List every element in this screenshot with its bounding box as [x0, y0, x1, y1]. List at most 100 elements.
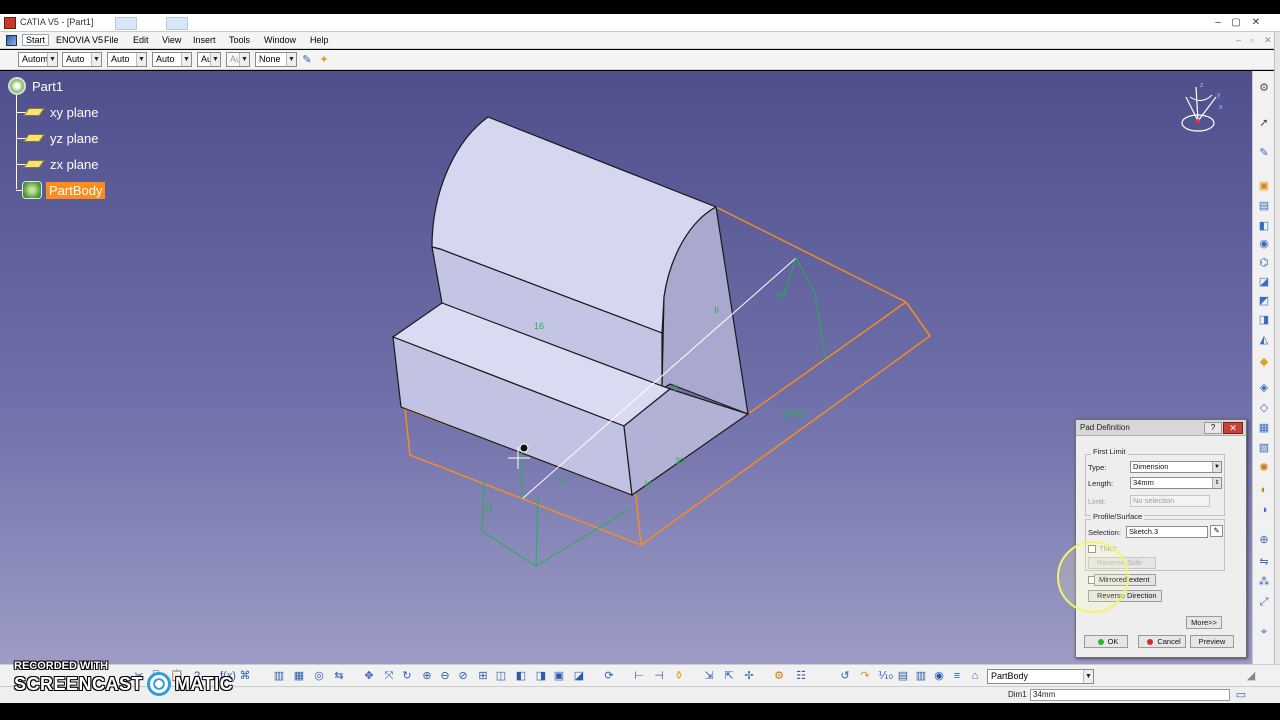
knowledge-icon[interactable]: ⌘: [238, 669, 252, 683]
thick-checkbox[interactable]: [1088, 545, 1096, 553]
cancel-button[interactable]: Cancel: [1138, 635, 1186, 648]
fly-icon[interactable]: ▥: [272, 669, 286, 683]
taskbar-tab-2[interactable]: [166, 17, 188, 30]
shell-icon[interactable]: ▦: [1256, 421, 1272, 435]
length-input[interactable]: 34mm ⇕: [1130, 477, 1222, 489]
more-button[interactable]: More>>: [1186, 616, 1222, 629]
swap-icon[interactable]: ⇆: [332, 669, 346, 683]
redo-icon[interactable]: ↷: [858, 669, 872, 683]
close-window-button[interactable]: ✕: [1248, 16, 1264, 30]
layer-combo[interactable]: None ▼: [255, 52, 297, 67]
minimize-button[interactable]: –: [1210, 16, 1226, 30]
line-type-combo[interactable]: Auto ▼: [152, 52, 192, 67]
groove-icon[interactable]: ◉: [1256, 237, 1272, 251]
body-select[interactable]: PartBody ▼: [987, 669, 1094, 684]
iso-view-icon[interactable]: ◫: [494, 669, 508, 683]
apply-material-icon[interactable]: ⚙: [772, 669, 786, 683]
menu-help[interactable]: Help: [310, 35, 329, 45]
cut-icon[interactable]: ✂: [132, 669, 146, 683]
measure-item-icon[interactable]: ⇱: [722, 669, 736, 683]
lock-icon[interactable]: ⌂: [968, 669, 982, 683]
3d-viewport[interactable]: Part1 xy plane yz plane zx plane PartBod…: [0, 71, 1252, 664]
dialog-close-button[interactable]: ✕: [1223, 422, 1243, 434]
edit-sketch-icon[interactable]: ✎: [1210, 525, 1223, 537]
view-icon[interactable]: ▦: [292, 669, 306, 683]
stiffener-icon[interactable]: ◨: [1256, 313, 1272, 327]
spinner-icon[interactable]: ⇕: [1212, 478, 1221, 488]
menu-edit[interactable]: Edit: [133, 35, 149, 45]
chamfer-icon[interactable]: ◈: [1256, 381, 1272, 395]
layer-icon[interactable]: ▥: [914, 669, 928, 683]
measure-inertia-icon[interactable]: ✢: [742, 669, 756, 683]
type-select[interactable]: Dimension ▼: [1130, 461, 1222, 473]
shading-icon[interactable]: ◧: [514, 669, 528, 683]
replace-face-icon[interactable]: ◑: [1256, 503, 1272, 517]
constraint-icon[interactable]: ⊢: [632, 669, 646, 683]
thickness-icon[interactable]: ▧: [1256, 441, 1272, 455]
mirror-icon[interactable]: ⇋: [1256, 555, 1272, 569]
remove-face-icon[interactable]: ◐: [1256, 483, 1272, 497]
slot-icon[interactable]: ◩: [1256, 294, 1272, 308]
reverse-direction-button[interactable]: Reverse Direction: [1088, 590, 1162, 602]
formula-icon[interactable]: f(x): [220, 669, 236, 683]
mdi-minimize-button[interactable]: –: [1236, 35, 1241, 45]
hide-show-icon[interactable]: ◎: [312, 669, 326, 683]
color-combo[interactable]: Automa ▼: [18, 52, 58, 67]
compass-icon[interactable]: z y x: [1172, 77, 1232, 137]
hide-icon[interactable]: ◨: [534, 669, 548, 683]
pan-icon[interactable]: ✥: [362, 669, 376, 683]
power-input-icon[interactable]: ▭: [1234, 688, 1248, 702]
grid-icon[interactable]: ▤: [896, 669, 910, 683]
whats-this-icon[interactable]: ?: [190, 669, 204, 683]
paste-icon[interactable]: 📋: [170, 669, 184, 683]
select-arrow-icon[interactable]: ➚: [1256, 116, 1272, 130]
multi-view-icon[interactable]: ⊞: [476, 669, 490, 683]
zoom-in-icon[interactable]: ⊕: [420, 669, 434, 683]
fit-all-icon[interactable]: ⤧: [382, 669, 396, 683]
loft-icon[interactable]: ◭: [1256, 333, 1272, 347]
preview-button[interactable]: Preview: [1190, 635, 1234, 648]
list-icon[interactable]: ≡: [950, 669, 964, 683]
rib-icon[interactable]: ◪: [1256, 275, 1272, 289]
scale-icon[interactable]: ⤢: [1256, 595, 1272, 609]
line-thickness-combo[interactable]: Auto ▼: [107, 52, 147, 67]
undo-icon[interactable]: ↺: [838, 669, 852, 683]
edge-fillet-icon[interactable]: ◆: [1256, 355, 1272, 369]
scale-percent-icon[interactable]: ⅒: [878, 669, 893, 683]
taskbar-tab-1[interactable]: [115, 17, 137, 30]
draft-icon[interactable]: ◇: [1256, 401, 1272, 415]
catia-app-icon[interactable]: [4, 17, 16, 29]
pocket-icon[interactable]: ▤: [1256, 199, 1272, 213]
dialog-help-button[interactable]: ?: [1204, 422, 1222, 434]
status-input[interactable]: 34mm: [1030, 689, 1230, 701]
menu-file[interactable]: File: [104, 35, 119, 45]
vertical-scrollbar[interactable]: [1274, 32, 1280, 704]
menu-enovia[interactable]: ENOVIA V5: [56, 35, 103, 45]
menu-start[interactable]: Start: [22, 34, 50, 46]
analysis-icon[interactable]: ◪: [572, 669, 586, 683]
menu-view[interactable]: View: [162, 35, 181, 45]
rotate-icon[interactable]: ↻: [400, 669, 414, 683]
shaft-icon[interactable]: ◧: [1256, 219, 1272, 233]
boolean-icon[interactable]: ⊕: [1256, 533, 1272, 547]
mdi-close-button[interactable]: ✕: [1264, 35, 1272, 46]
thread-icon[interactable]: ✺: [1256, 461, 1272, 475]
menu-window[interactable]: Window: [264, 35, 296, 45]
update-icon[interactable]: ⟳: [602, 669, 616, 683]
transparency-combo[interactable]: Auto ▼: [62, 52, 102, 67]
swap-visible-icon[interactable]: ▣: [552, 669, 566, 683]
maximize-button[interactable]: ▢: [1228, 16, 1244, 30]
pad-icon[interactable]: ▣: [1256, 179, 1272, 193]
copy-icon[interactable]: ⎘: [150, 669, 164, 683]
selection-field[interactable]: Sketch.3: [1126, 526, 1208, 538]
properties-icon[interactable]: ◉: [932, 669, 946, 683]
ok-button[interactable]: OK: [1084, 635, 1128, 648]
annotation-icon[interactable]: ⊣: [652, 669, 666, 683]
point-symbol-combo[interactable]: Aut ▼: [197, 52, 221, 67]
hole-icon[interactable]: ⌬: [1256, 256, 1272, 270]
document-system-icon[interactable]: [6, 35, 17, 46]
measure-icon[interactable]: ⌖: [1256, 625, 1272, 639]
paint-brush-icon[interactable]: ✦: [317, 53, 331, 67]
catalog-icon[interactable]: ☷: [794, 669, 808, 683]
sketcher-icon[interactable]: ✎: [1256, 146, 1272, 160]
